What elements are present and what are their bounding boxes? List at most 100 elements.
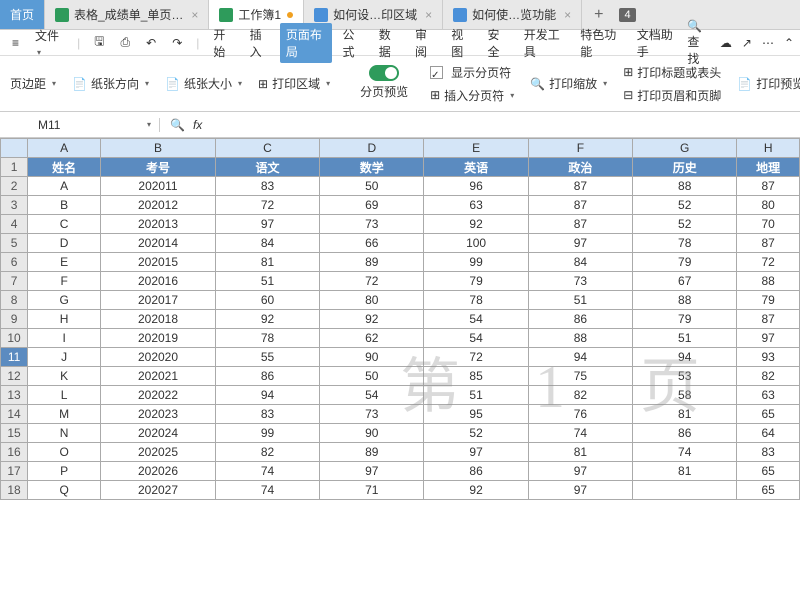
header-cell[interactable]: 英语 xyxy=(424,158,528,177)
find-button[interactable]: 🔍 查找 xyxy=(687,19,710,67)
cell[interactable]: 51 xyxy=(633,329,737,348)
header-cell[interactable]: 政治 xyxy=(528,158,632,177)
row-header[interactable]: 12 xyxy=(1,367,28,386)
cell[interactable]: 81 xyxy=(633,405,737,424)
cell[interactable]: 99 xyxy=(215,424,319,443)
cell[interactable]: 86 xyxy=(424,462,528,481)
cell[interactable]: 202012 xyxy=(101,196,216,215)
row-header[interactable]: 15 xyxy=(1,424,28,443)
cell[interactable]: 69 xyxy=(320,196,424,215)
cell[interactable]: 70 xyxy=(737,215,800,234)
cell[interactable]: Q xyxy=(28,481,101,500)
cell[interactable]: 62 xyxy=(320,329,424,348)
share-icon[interactable]: ↗ xyxy=(742,36,752,50)
cell[interactable]: 79 xyxy=(633,253,737,272)
cell[interactable]: G xyxy=(28,291,101,310)
cell[interactable]: 71 xyxy=(320,481,424,500)
cell[interactable]: D xyxy=(28,234,101,253)
cell[interactable]: 78 xyxy=(633,234,737,253)
tab-start[interactable]: 开始 xyxy=(207,23,239,63)
cell[interactable]: 92 xyxy=(424,481,528,500)
redo-icon[interactable]: ↷ xyxy=(166,34,188,52)
cell[interactable]: 84 xyxy=(528,253,632,272)
print-icon[interactable]: ⎙ xyxy=(115,33,137,52)
cell[interactable]: 51 xyxy=(528,291,632,310)
cell[interactable]: L xyxy=(28,386,101,405)
row-header[interactable]: 17 xyxy=(1,462,28,481)
cell[interactable]: 63 xyxy=(424,196,528,215)
collapse-icon[interactable]: ⌃ xyxy=(784,36,794,50)
cell[interactable]: 88 xyxy=(737,272,800,291)
cell[interactable]: 86 xyxy=(528,310,632,329)
tab-dev[interactable]: 开发工具 xyxy=(518,23,571,63)
cell[interactable]: 89 xyxy=(320,253,424,272)
cell[interactable]: 85 xyxy=(424,367,528,386)
cell[interactable]: 202025 xyxy=(101,443,216,462)
cell[interactable]: 50 xyxy=(320,367,424,386)
cell[interactable]: 202015 xyxy=(101,253,216,272)
cell[interactable]: 58 xyxy=(633,386,737,405)
cell[interactable]: 81 xyxy=(215,253,319,272)
cell[interactable]: 75 xyxy=(528,367,632,386)
insert-break-button[interactable]: ⊞插入分页符▾ xyxy=(426,85,518,106)
cell[interactable]: 55 xyxy=(215,348,319,367)
row-header[interactable]: 3 xyxy=(1,196,28,215)
cell[interactable]: 202021 xyxy=(101,367,216,386)
cell[interactable]: 51 xyxy=(424,386,528,405)
cell[interactable]: 51 xyxy=(215,272,319,291)
cell[interactable]: 202018 xyxy=(101,310,216,329)
col-header[interactable]: B xyxy=(101,139,216,158)
cell[interactable]: 202014 xyxy=(101,234,216,253)
row-header[interactable]: 16 xyxy=(1,443,28,462)
cell[interactable]: 93 xyxy=(737,348,800,367)
row-header[interactable]: 14 xyxy=(1,405,28,424)
cell[interactable]: 64 xyxy=(737,424,800,443)
cell[interactable]: 52 xyxy=(633,215,737,234)
cell[interactable]: 94 xyxy=(528,348,632,367)
cell[interactable]: 74 xyxy=(633,443,737,462)
tab-dochelper[interactable]: 文档助手 xyxy=(631,23,684,63)
cell[interactable]: 80 xyxy=(320,291,424,310)
cell[interactable]: 54 xyxy=(320,386,424,405)
cell[interactable]: 79 xyxy=(737,291,800,310)
row-header[interactable]: 11 xyxy=(1,348,28,367)
name-box[interactable]: M11▾ xyxy=(30,118,160,132)
orientation-button[interactable]: 📄纸张方向▾ xyxy=(68,73,153,94)
print-scale-button[interactable]: 🔍打印缩放▾ xyxy=(526,73,611,94)
cell[interactable]: 65 xyxy=(737,481,800,500)
cell[interactable]: 87 xyxy=(528,177,632,196)
row-header[interactable]: 8 xyxy=(1,291,28,310)
cell[interactable]: 87 xyxy=(528,196,632,215)
cell[interactable]: 94 xyxy=(215,386,319,405)
cell[interactable]: 90 xyxy=(320,348,424,367)
cell[interactable]: 99 xyxy=(424,253,528,272)
cell[interactable]: 54 xyxy=(424,329,528,348)
cell[interactable]: 89 xyxy=(320,443,424,462)
cell[interactable]: 83 xyxy=(215,405,319,424)
tab-view[interactable]: 视图 xyxy=(445,23,477,63)
col-header[interactable]: C xyxy=(215,139,319,158)
cell[interactable]: 82 xyxy=(215,443,319,462)
close-icon[interactable]: × xyxy=(425,8,432,22)
cell[interactable]: 74 xyxy=(528,424,632,443)
cell[interactable]: 60 xyxy=(215,291,319,310)
print-titles-button[interactable]: ⊞打印标题或表头 xyxy=(619,62,725,83)
cell[interactable]: 202017 xyxy=(101,291,216,310)
cell[interactable]: 96 xyxy=(424,177,528,196)
row-header[interactable]: 7 xyxy=(1,272,28,291)
cell[interactable]: 66 xyxy=(320,234,424,253)
cell[interactable]: I xyxy=(28,329,101,348)
save-icon[interactable]: 🖫 xyxy=(88,30,110,55)
cell[interactable]: 88 xyxy=(633,177,737,196)
select-all-corner[interactable] xyxy=(1,139,28,158)
cell[interactable]: 92 xyxy=(424,215,528,234)
cell[interactable]: 73 xyxy=(320,405,424,424)
cell[interactable]: 83 xyxy=(737,443,800,462)
cell[interactable]: 88 xyxy=(633,291,737,310)
cell[interactable]: 52 xyxy=(424,424,528,443)
row-header[interactable]: 2 xyxy=(1,177,28,196)
header-cell[interactable]: 地理 xyxy=(737,158,800,177)
col-header[interactable]: D xyxy=(320,139,424,158)
cell[interactable]: 97 xyxy=(528,462,632,481)
row-header[interactable]: 5 xyxy=(1,234,28,253)
